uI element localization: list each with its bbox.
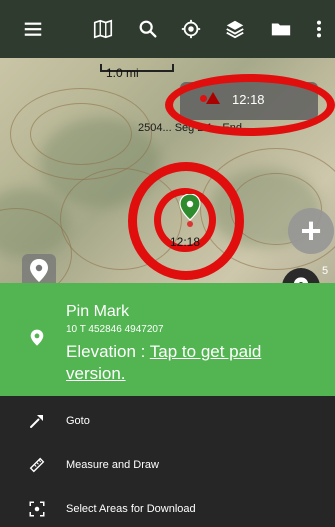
action-goto[interactable]: Goto: [0, 399, 335, 443]
highlight-ring-track: [165, 74, 335, 136]
menu-icon[interactable]: [18, 14, 48, 44]
top-toolbar: [0, 0, 335, 58]
edge-count-label: 5: [322, 265, 329, 277]
action-measure-draw[interactable]: Measure and Draw: [0, 443, 335, 487]
action-label: Select Areas for Download: [66, 503, 196, 515]
pin-info-icon: [30, 329, 44, 352]
location-pin-button[interactable]: [22, 254, 56, 283]
location-pin-icon: [30, 259, 48, 282]
pin-title: Pin Mark: [66, 303, 130, 320]
action-label: Measure and Draw: [66, 459, 159, 471]
pin-marker-icon[interactable]: [179, 193, 201, 233]
pin-info-panel[interactable]: Pin Mark 10 T 452846 4947207 Elevation :…: [0, 283, 335, 396]
ruler-icon: [27, 455, 47, 475]
topo-map[interactable]: 1.0 mi 12:18 2504... Seg 2.1 - End 12:18…: [0, 58, 335, 283]
elevation-label: Elevation :: [66, 342, 150, 361]
more-icon[interactable]: [304, 14, 334, 44]
gps-icon[interactable]: [176, 14, 206, 44]
plus-icon: +: [300, 210, 322, 251]
add-pin-button[interactable]: [282, 268, 320, 283]
action-list: Goto Measure and Draw Select Areas for D…: [0, 396, 335, 527]
elevation-row: Elevation : Tap to get paid version.: [66, 341, 316, 385]
zoom-in-button[interactable]: +: [288, 208, 334, 254]
action-label: Goto: [66, 415, 90, 427]
pin-coordinates: 10 T 452846 4947207: [66, 324, 164, 335]
goto-icon: [27, 411, 47, 431]
map-icon[interactable]: [88, 14, 118, 44]
scale-label: 1.0 mi: [106, 66, 139, 80]
action-select-download[interactable]: Select Areas for Download: [0, 487, 335, 527]
folder-icon[interactable]: [266, 14, 296, 44]
app-screen: 1.0 mi 12:18 2504... Seg 2.1 - End 12:18…: [0, 0, 335, 527]
search-icon[interactable]: [133, 14, 163, 44]
pin-time: 12:18: [170, 235, 201, 249]
layers-icon[interactable]: [220, 14, 250, 44]
select-area-icon: [27, 499, 47, 519]
